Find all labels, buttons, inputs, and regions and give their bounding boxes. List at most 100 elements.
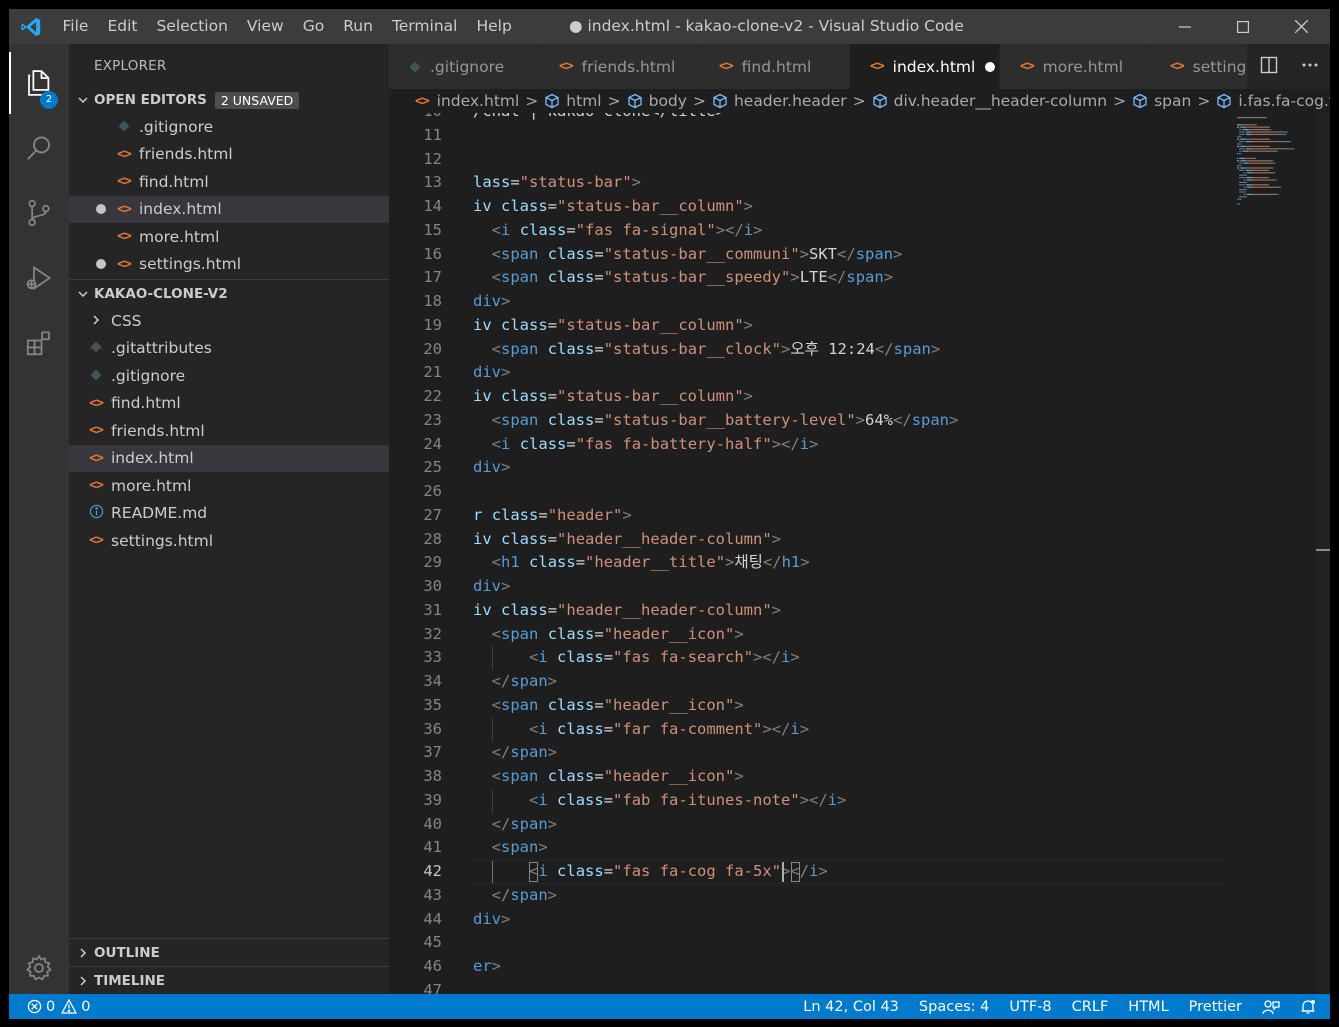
search-icon[interactable] <box>9 117 69 179</box>
code-line[interactable]: 47 <box>389 979 1330 994</box>
code-line[interactable]: 40 </span> <box>389 813 1330 837</box>
code-line[interactable]: 32 <span class="header__icon"> <box>389 623 1330 647</box>
explorer-icon[interactable]: 2 <box>9 52 69 114</box>
menu-go[interactable]: Go <box>293 9 334 44</box>
run-debug-icon[interactable] <box>9 247 69 309</box>
code-line[interactable]: 18 div> <box>389 290 1330 314</box>
code-line[interactable]: 31 iv class="header__header-column"> <box>389 599 1330 623</box>
feedback-icon[interactable] <box>1252 994 1290 1019</box>
vscode-logo-icon[interactable] <box>9 9 53 44</box>
code-line[interactable]: 20 <span class="status-bar__clock">오후 12… <box>389 338 1330 362</box>
code-line[interactable]: 45 <box>389 931 1330 955</box>
file-item[interactable]: .gitignore <box>69 362 389 390</box>
extensions-icon[interactable] <box>9 312 69 374</box>
tab-more-html[interactable]: <> more.html <box>1000 44 1150 89</box>
code-line[interactable]: 34 </span> <box>389 670 1330 694</box>
more-actions-icon[interactable] <box>1301 56 1319 78</box>
code-line[interactable]: 11 <box>389 124 1330 148</box>
open-editor-item[interactable]: <> friends.html <box>69 141 389 169</box>
breadcrumb-item[interactable]: div.header__header-column > <box>872 92 1132 110</box>
code-line[interactable]: 36 <i class="far fa-comment"></i> <box>389 718 1330 742</box>
code-line[interactable]: 39 <i class="fab fa-itunes-note"></i> <box>389 789 1330 813</box>
file-item[interactable]: .gitattributes <box>69 335 389 363</box>
breadcrumb-item[interactable]: body > <box>627 92 712 110</box>
breadcrumb-item[interactable]: header.header > <box>712 92 872 110</box>
code-line[interactable]: 24 <i class="fas fa-battery-half"></i> <box>389 433 1330 457</box>
code-line[interactable]: 10/chat | kakao clone</title> <box>389 113 1330 124</box>
tab-friends-html[interactable]: <> friends.html <box>539 44 699 89</box>
code-line[interactable]: 14 iv class="status-bar__column"> <box>389 195 1330 219</box>
menu-file[interactable]: File <box>53 9 98 44</box>
open-editor-item[interactable]: <> settings.html <box>69 251 389 279</box>
folder-item[interactable]: CSS <box>69 307 389 335</box>
unsaved-dot[interactable] <box>96 259 106 270</box>
language-mode[interactable]: HTML <box>1118 994 1178 1019</box>
menu-selection[interactable]: Selection <box>147 9 237 44</box>
breadcrumb-item[interactable]: span > <box>1132 92 1216 110</box>
unsaved-dot[interactable] <box>96 204 106 215</box>
code-line[interactable]: 13 lass="status-bar"> <box>389 171 1330 195</box>
outline-header[interactable]: OUTLINE <box>69 938 389 966</box>
breadcrumb-item[interactable]: i.fas.fa-cog.fa-5x <box>1216 92 1330 110</box>
code-line[interactable]: 26 <box>389 480 1330 504</box>
code-editor[interactable]: 10/chat | kakao clone</title>111213lass=… <box>389 113 1330 994</box>
unsaved-dot[interactable] <box>985 61 996 72</box>
code-line[interactable]: 21 div> <box>389 361 1330 385</box>
code-line[interactable]: 19 iv class="status-bar__column"> <box>389 314 1330 338</box>
code-line[interactable]: 43 </span> <box>389 884 1330 908</box>
vertical-scrollbar[interactable] <box>1316 113 1330 994</box>
file-item[interactable]: <> friends.html <box>69 417 389 445</box>
open-editor-item[interactable]: .gitignore <box>69 113 389 141</box>
tab-index-html[interactable]: <> index.html <box>850 44 1000 89</box>
open-editor-item[interactable]: <> more.html <box>69 223 389 251</box>
code-line[interactable]: 23 <span class="status-bar__battery-leve… <box>389 409 1330 433</box>
code-line[interactable]: 25 div> <box>389 456 1330 480</box>
menu-edit[interactable]: Edit <box>98 9 147 44</box>
tab-find-html[interactable]: <> find.html <box>699 44 850 89</box>
open-editor-item[interactable]: <> find.html <box>69 168 389 196</box>
code-line[interactable]: 27 r class="header"> <box>389 504 1330 528</box>
menu-terminal[interactable]: Terminal <box>382 9 467 44</box>
code-line[interactable]: 41 <span> <box>389 836 1330 860</box>
maximize-button[interactable] <box>1214 9 1272 44</box>
code-line[interactable]: 44 div> <box>389 908 1330 932</box>
file-item[interactable]: <> index.html <box>69 444 389 472</box>
encoding[interactable]: UTF-8 <box>999 994 1061 1019</box>
project-header[interactable]: KAKAO-CLONE-V2 <box>69 279 389 307</box>
tab--gitignore[interactable]: .gitignore <box>389 44 539 89</box>
minimap[interactable] <box>1229 113 1330 994</box>
code-line[interactable]: 29 <h1 class="header__title">채팅</h1> <box>389 551 1330 575</box>
code-line[interactable]: 12 <box>389 148 1330 172</box>
file-item[interactable]: <> more.html <box>69 472 389 500</box>
indentation[interactable]: Spaces: 4 <box>909 994 999 1019</box>
problems-indicator[interactable]: 0 0 <box>27 994 100 1019</box>
code-line[interactable]: 22 iv class="status-bar__column"> <box>389 385 1330 409</box>
code-line[interactable]: 17 <span class="status-bar__speedy">LTE<… <box>389 266 1330 290</box>
code-line[interactable]: 15 <i class="fas fa-signal"></i> <box>389 219 1330 243</box>
file-item[interactable]: <> find.html <box>69 390 389 418</box>
manage-gear-icon[interactable] <box>9 937 69 999</box>
breadcrumb-item[interactable]: html > <box>544 92 626 110</box>
code-line[interactable]: 38 <span class="header__icon"> <box>389 765 1330 789</box>
timeline-header[interactable]: TIMELINE <box>69 966 389 994</box>
breadcrumb-item[interactable]: <> index.html > <box>415 92 544 110</box>
code-line[interactable]: 46 er> <box>389 955 1330 979</box>
end-of-line[interactable]: CRLF <box>1062 994 1119 1019</box>
file-item[interactable]: <> settings.html <box>69 527 389 555</box>
close-window-button[interactable] <box>1272 9 1330 44</box>
cursor-position[interactable]: Ln 42, Col 43 <box>793 994 909 1019</box>
code-line[interactable]: 28 iv class="header__header-column"> <box>389 528 1330 552</box>
tab-setting[interactable]: <> setting <box>1150 44 1248 89</box>
open-editors-header[interactable]: OPEN EDITORS 2 UNSAVED <box>69 89 389 111</box>
menu-help[interactable]: Help <box>467 9 521 44</box>
menu-view[interactable]: View <box>237 9 293 44</box>
open-editor-item[interactable]: <> index.html <box>69 195 389 223</box>
split-editor-icon[interactable] <box>1260 56 1278 78</box>
code-line[interactable]: 33 <i class="fas fa-search"></i> <box>389 646 1330 670</box>
code-line[interactable]: 37 </span> <box>389 741 1330 765</box>
file-item[interactable]: README.md <box>69 500 389 528</box>
formatter[interactable]: Prettier <box>1179 994 1252 1019</box>
code-line[interactable]: 30 div> <box>389 575 1330 599</box>
code-line[interactable]: 16 <span class="status-bar__communi">SKT… <box>389 243 1330 267</box>
notifications-bell-icon[interactable] <box>1290 994 1330 1019</box>
